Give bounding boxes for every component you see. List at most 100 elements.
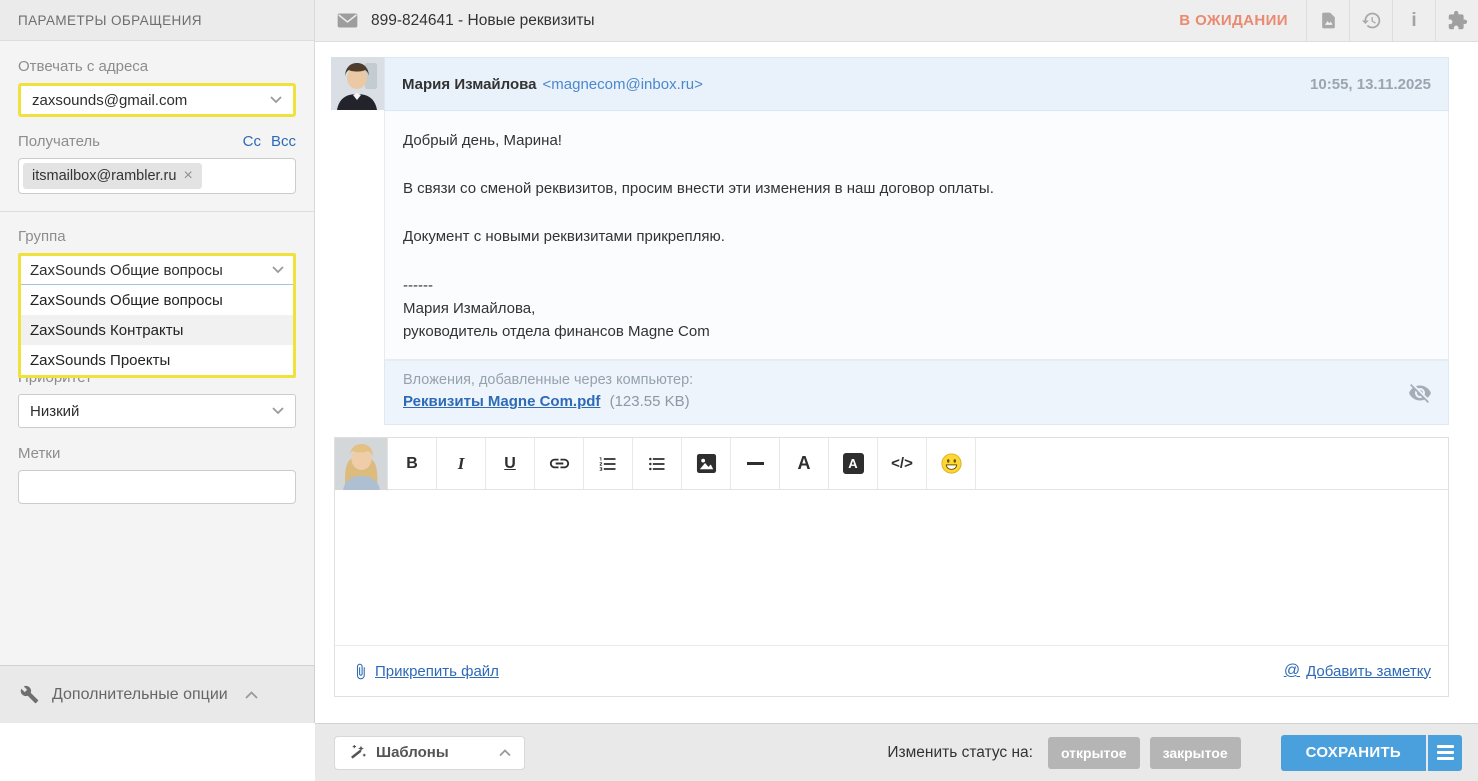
tags-input[interactable] bbox=[18, 470, 296, 504]
attach-file-link[interactable]: Прикрепить файл bbox=[352, 662, 499, 681]
chevron-up-icon bbox=[499, 748, 511, 757]
recipient-label: Получатель bbox=[18, 133, 100, 150]
bcc-link[interactable]: Bcc bbox=[271, 133, 296, 150]
group-option-1[interactable]: ZaxSounds Общие вопросы bbox=[21, 285, 293, 315]
horizontal-rule-icon bbox=[746, 462, 764, 465]
chevron-up-icon bbox=[245, 690, 258, 699]
chevron-down-icon bbox=[272, 407, 284, 415]
status-open-button[interactable]: открытое bbox=[1047, 736, 1140, 769]
reply-editor: B I U A A </> Прикрепить файл @ Добавить… bbox=[334, 437, 1449, 697]
paperclip-icon bbox=[352, 662, 369, 681]
sidebar-divider bbox=[0, 211, 314, 212]
underline-icon: U bbox=[504, 454, 516, 472]
image-icon bbox=[696, 453, 717, 474]
insert-image-button[interactable] bbox=[682, 438, 731, 489]
info-icon[interactable]: i bbox=[1392, 0, 1435, 42]
at-icon: @ bbox=[1283, 662, 1301, 679]
reply-text-area[interactable] bbox=[335, 490, 1448, 646]
chevron-down-icon bbox=[270, 96, 282, 104]
message-paragraph: Добрый день, Марина! bbox=[403, 132, 562, 149]
text-color-button[interactable]: A bbox=[780, 438, 829, 489]
integrations-icon[interactable] bbox=[1435, 0, 1478, 42]
group-option-2[interactable]: ZaxSounds Контракты bbox=[21, 315, 293, 345]
change-status-label: Изменить статус на: bbox=[887, 743, 1033, 761]
remove-recipient-icon[interactable]: × bbox=[183, 167, 192, 185]
hidden-eye-icon[interactable] bbox=[1408, 381, 1432, 405]
chevron-down-icon bbox=[272, 266, 284, 274]
action-bottombar: Шаблоны Изменить статус на: открытое зак… bbox=[315, 723, 1478, 781]
group-combobox: ZaxSounds Общие вопросы ZaxSounds Общие … bbox=[18, 253, 296, 378]
horizontal-rule-button[interactable] bbox=[731, 438, 780, 489]
bold-icon: B bbox=[406, 454, 418, 472]
priority-select[interactable]: Низкий bbox=[18, 394, 296, 428]
sender-name: Мария Измайлова bbox=[402, 75, 537, 93]
conversation-area: Мария Измайлова <magnecom@inbox.ru> 10:5… bbox=[315, 42, 1478, 723]
bold-button[interactable]: B bbox=[388, 438, 437, 489]
link-icon bbox=[548, 452, 571, 475]
tags-label: Метки bbox=[18, 445, 61, 462]
templates-button[interactable]: Шаблоны bbox=[334, 735, 525, 770]
message-paragraph: В связи со сменой реквизитов, просим вне… bbox=[403, 180, 994, 197]
text-color-icon: A bbox=[797, 453, 811, 473]
background-color-button[interactable]: A bbox=[829, 438, 878, 489]
reply-from-select[interactable]: zaxsounds@gmail.com bbox=[18, 83, 296, 117]
bullet-list-button[interactable] bbox=[633, 438, 682, 489]
group-selected-value: ZaxSounds Общие вопросы bbox=[30, 261, 223, 279]
underline-button[interactable]: U bbox=[486, 438, 535, 489]
templates-label: Шаблоны bbox=[376, 744, 449, 761]
magic-wand-icon bbox=[348, 743, 367, 762]
cc-link[interactable]: Cc bbox=[243, 133, 261, 150]
reply-from-label: Отвечать с адреса bbox=[18, 58, 149, 75]
recipient-chip: itsmailbox@rambler.ru × bbox=[23, 163, 202, 189]
group-label: Группа bbox=[18, 228, 66, 245]
message-timestamp: 10:55, 13.11.2025 bbox=[1310, 75, 1431, 93]
editor-footer: Прикрепить файл @ Добавить заметку bbox=[335, 646, 1448, 696]
status-badge: В ОЖИДАНИИ bbox=[1179, 12, 1288, 29]
attachment-file-link[interactable]: Реквизиты Magne Com.pdf bbox=[403, 393, 600, 410]
italic-button[interactable]: I bbox=[437, 438, 486, 489]
history-icon[interactable] bbox=[1349, 0, 1392, 42]
attachments-view-button[interactable] bbox=[1306, 0, 1349, 42]
message-paragraph: Документ с новыми реквизитами прикрепляю… bbox=[403, 228, 725, 245]
ticket-parameters-sidebar: ПАРАМЕТРЫ ОБРАЩЕНИЯ Отвечать с адреса za… bbox=[0, 0, 315, 723]
code-button[interactable]: </> bbox=[878, 438, 927, 489]
priority-value: Низкий bbox=[30, 402, 80, 420]
code-icon: </> bbox=[891, 455, 913, 472]
insert-link-button[interactable] bbox=[535, 438, 584, 489]
add-note-link[interactable]: @ Добавить заметку bbox=[1284, 662, 1431, 680]
message-signature: ------ Мария Измайлова, руководитель отд… bbox=[403, 277, 710, 340]
sidebar-title: ПАРАМЕТРЫ ОБРАЩЕНИЯ bbox=[0, 0, 314, 41]
background-color-icon: A bbox=[842, 453, 864, 474]
recipient-input[interactable]: itsmailbox@rambler.ru × bbox=[18, 158, 296, 194]
reply-from-value: zaxsounds@gmail.com bbox=[32, 91, 188, 109]
sender-avatar bbox=[331, 57, 384, 110]
editor-toolbar: B I U A A </> bbox=[335, 438, 1448, 491]
sender-email[interactable]: <magnecom@inbox.ru> bbox=[543, 76, 703, 93]
group-select[interactable]: ZaxSounds Общие вопросы bbox=[21, 256, 293, 285]
ordered-list-icon bbox=[598, 454, 618, 474]
group-option-3[interactable]: ZaxSounds Проекты bbox=[21, 345, 293, 375]
attachment-file-size: (123.55 KB) bbox=[609, 393, 690, 410]
extra-options-toggle[interactable]: Дополнительные опции bbox=[0, 665, 315, 723]
attachments-section: Вложения, добавленные через компьютер: Р… bbox=[384, 360, 1449, 425]
emoji-button[interactable] bbox=[927, 438, 976, 489]
ordered-list-button[interactable] bbox=[584, 438, 633, 489]
message-body: Добрый день, Марина! В связи со сменой р… bbox=[384, 111, 1449, 360]
hamburger-icon bbox=[1436, 745, 1454, 748]
ticket-topbar: 899-824641 - Новые реквизиты В ОЖИДАНИИ … bbox=[315, 0, 1478, 42]
incoming-message: Мария Измайлова <magnecom@inbox.ru> 10:5… bbox=[384, 57, 1449, 425]
emoji-icon bbox=[940, 452, 963, 475]
status-closed-button[interactable]: закрытое bbox=[1149, 736, 1241, 769]
attachments-label: Вложения, добавленные через компьютер: bbox=[403, 372, 694, 388]
save-button[interactable]: СОХРАНИТЬ bbox=[1280, 734, 1426, 771]
envelope-icon bbox=[337, 13, 358, 28]
extra-options-label: Дополнительные опции bbox=[52, 685, 228, 703]
message-header: Мария Измайлова <magnecom@inbox.ru> 10:5… bbox=[384, 57, 1449, 111]
toolbar-filler bbox=[976, 438, 1448, 489]
ticket-title: 899-824641 - Новые реквизиты bbox=[371, 11, 595, 29]
italic-icon: I bbox=[457, 453, 465, 473]
bullet-list-icon bbox=[647, 454, 667, 474]
agent-avatar bbox=[335, 438, 388, 491]
save-menu-button[interactable] bbox=[1428, 734, 1462, 771]
wrench-icon bbox=[20, 685, 39, 704]
